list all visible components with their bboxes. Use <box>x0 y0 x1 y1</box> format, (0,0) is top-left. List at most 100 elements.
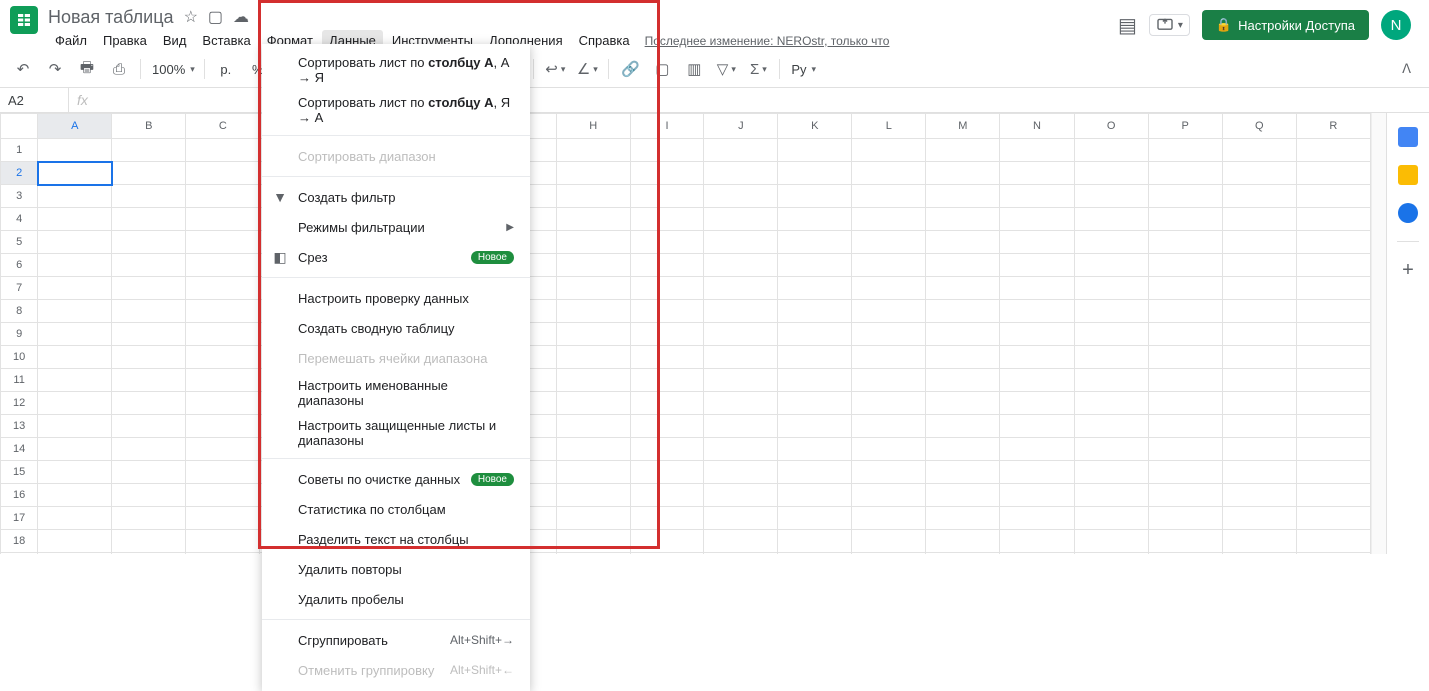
cell[interactable] <box>112 162 186 185</box>
row-header[interactable]: 18 <box>1 530 38 553</box>
cell[interactable] <box>1074 162 1148 185</box>
cell[interactable] <box>1296 300 1370 323</box>
cell[interactable] <box>852 530 926 553</box>
cell[interactable] <box>556 300 630 323</box>
cell[interactable] <box>704 530 778 553</box>
cell[interactable] <box>1148 369 1222 392</box>
cell[interactable] <box>556 507 630 530</box>
cell[interactable] <box>630 461 704 484</box>
row-header[interactable]: 13 <box>1 415 38 438</box>
cell[interactable] <box>852 553 926 555</box>
cell[interactable] <box>926 484 1000 507</box>
cell[interactable] <box>630 300 704 323</box>
cell[interactable] <box>1148 277 1222 300</box>
cell[interactable] <box>186 185 260 208</box>
cell[interactable] <box>704 415 778 438</box>
cell[interactable] <box>778 484 852 507</box>
row-header[interactable]: 1 <box>1 139 38 162</box>
cell[interactable] <box>1000 231 1074 254</box>
cell[interactable] <box>1000 438 1074 461</box>
cell[interactable] <box>852 208 926 231</box>
menu-option[interactable]: Советы по очистке данныхНовое <box>262 464 530 494</box>
menu-файл[interactable]: Файл <box>48 30 94 51</box>
cell[interactable] <box>38 369 112 392</box>
cell[interactable] <box>112 185 186 208</box>
cell[interactable] <box>186 392 260 415</box>
cell[interactable] <box>112 277 186 300</box>
cell[interactable] <box>852 185 926 208</box>
cell[interactable] <box>112 530 186 553</box>
cell[interactable] <box>1000 139 1074 162</box>
menu-вид[interactable]: Вид <box>156 30 194 51</box>
cell[interactable] <box>1148 415 1222 438</box>
row-header[interactable]: 12 <box>1 392 38 415</box>
cell[interactable] <box>1222 530 1296 553</box>
cell[interactable] <box>704 507 778 530</box>
cell[interactable] <box>852 438 926 461</box>
cell[interactable] <box>1000 530 1074 553</box>
cell[interactable] <box>1222 346 1296 369</box>
cell[interactable] <box>112 254 186 277</box>
cell[interactable] <box>112 346 186 369</box>
cell[interactable] <box>778 415 852 438</box>
input-tools-button[interactable]: Ру <box>786 56 819 82</box>
row-header[interactable]: 3 <box>1 185 38 208</box>
cell[interactable] <box>1296 254 1370 277</box>
row-header[interactable]: 5 <box>1 231 38 254</box>
col-header[interactable]: H <box>556 114 630 139</box>
col-header[interactable]: A <box>38 114 112 139</box>
cell[interactable] <box>186 484 260 507</box>
cell[interactable] <box>38 323 112 346</box>
cell[interactable] <box>1222 139 1296 162</box>
cell[interactable] <box>1222 484 1296 507</box>
cell[interactable] <box>1074 185 1148 208</box>
wrap-button[interactable]: ↩ <box>540 56 570 82</box>
cell[interactable] <box>630 231 704 254</box>
cell[interactable] <box>1000 346 1074 369</box>
keep-icon[interactable] <box>1398 165 1418 185</box>
cell[interactable] <box>1000 208 1074 231</box>
cell[interactable] <box>556 415 630 438</box>
cell[interactable] <box>1074 369 1148 392</box>
cell[interactable] <box>556 369 630 392</box>
cell[interactable] <box>630 369 704 392</box>
row-header[interactable]: 14 <box>1 438 38 461</box>
cell[interactable] <box>852 484 926 507</box>
cell[interactable] <box>926 208 1000 231</box>
cell[interactable] <box>1296 507 1370 530</box>
cell[interactable] <box>1148 208 1222 231</box>
menu-option[interactable]: Сортировать лист по столбцу A, Я → А <box>262 90 530 130</box>
star-icon[interactable]: ☆ <box>184 7 198 27</box>
cell[interactable] <box>1000 300 1074 323</box>
cell[interactable] <box>630 507 704 530</box>
sheets-logo[interactable] <box>10 6 38 34</box>
cell[interactable] <box>112 415 186 438</box>
cell[interactable] <box>556 530 630 553</box>
cell[interactable] <box>926 139 1000 162</box>
cell[interactable] <box>38 438 112 461</box>
cell[interactable] <box>38 185 112 208</box>
cell[interactable] <box>926 553 1000 555</box>
collapse-toolbar-button[interactable]: ᐱ <box>1392 61 1421 77</box>
row-header[interactable]: 17 <box>1 507 38 530</box>
menu-option[interactable]: Режимы фильтрации▶ <box>262 212 530 242</box>
menu-вставка[interactable]: Вставка <box>195 30 257 51</box>
cell[interactable] <box>704 438 778 461</box>
cell[interactable] <box>926 162 1000 185</box>
cell[interactable] <box>852 231 926 254</box>
cell[interactable] <box>556 208 630 231</box>
cell[interactable] <box>556 553 630 555</box>
cell[interactable] <box>1074 139 1148 162</box>
add-addon-icon[interactable]: + <box>1398 260 1418 280</box>
cell[interactable] <box>778 162 852 185</box>
cell[interactable] <box>852 254 926 277</box>
cell[interactable] <box>852 392 926 415</box>
cell[interactable] <box>1222 277 1296 300</box>
row-header[interactable]: 7 <box>1 277 38 300</box>
cell[interactable] <box>1000 484 1074 507</box>
cell[interactable] <box>38 208 112 231</box>
cell[interactable] <box>704 484 778 507</box>
menu-option[interactable]: Удалить повторы <box>262 554 530 584</box>
vertical-scrollbar[interactable] <box>1371 113 1386 554</box>
cell[interactable] <box>1074 323 1148 346</box>
